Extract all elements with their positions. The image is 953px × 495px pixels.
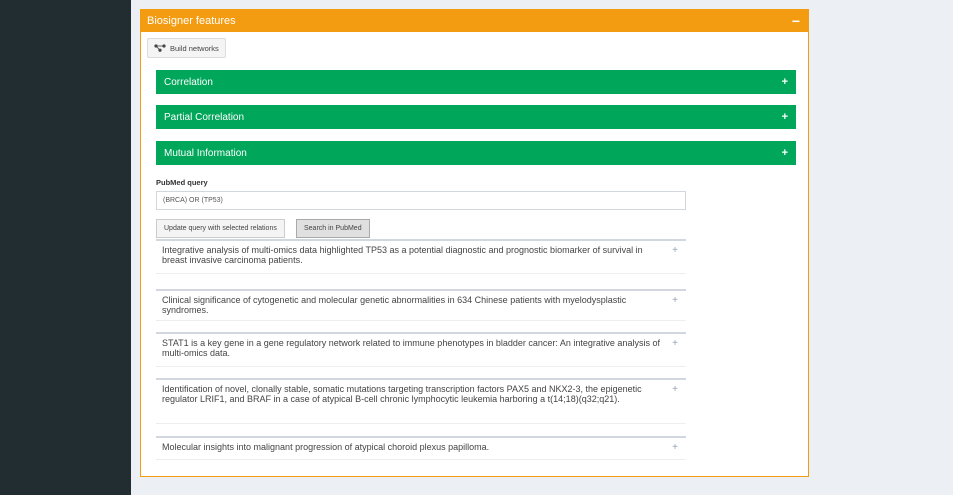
build-networks-button[interactable]: Build networks [147, 38, 226, 58]
build-networks-label: Build networks [170, 43, 219, 53]
result-item[interactable]: Molecular insights into malignant progre… [156, 436, 686, 460]
collapse-icon[interactable]: − [792, 13, 800, 29]
update-query-button[interactable]: Update query with selected relations [156, 219, 285, 238]
result-title: Identification of novel, clonally stable… [162, 384, 642, 404]
expand-icon[interactable]: + [672, 385, 678, 395]
panel-mutual-information[interactable]: Mutual Information + [156, 141, 796, 165]
panel-partial-correlation[interactable]: Partial Correlation + [156, 105, 796, 129]
expand-icon[interactable]: + [672, 443, 678, 453]
panel-correlation[interactable]: Correlation + [156, 70, 796, 94]
result-item[interactable]: Identification of novel, clonally stable… [156, 378, 686, 424]
expand-icon[interactable]: + [782, 76, 788, 88]
network-icon [154, 44, 166, 52]
result-title: STAT1 is a key gene in a gene regulatory… [162, 338, 660, 358]
search-pubmed-button[interactable]: Search in PubMed [296, 219, 370, 238]
panel-label: Mutual Information [164, 147, 247, 159]
expand-icon[interactable]: + [672, 296, 678, 306]
box-header: Biosigner features − [141, 9, 808, 32]
result-title: Molecular insights into malignant progre… [162, 442, 490, 452]
panel-label: Correlation [164, 76, 213, 88]
box-title: Biosigner features [147, 14, 236, 27]
expand-icon[interactable]: + [672, 339, 678, 349]
expand-icon[interactable]: + [782, 111, 788, 123]
expand-icon[interactable]: + [782, 147, 788, 159]
pubmed-query-input[interactable]: (BRCA) OR (TP53) [156, 191, 686, 210]
panel-label: Partial Correlation [164, 111, 245, 123]
sidebar [0, 0, 131, 495]
expand-icon[interactable]: + [672, 246, 678, 256]
biosigner-features-box: Biosigner features − Build networks Corr… [140, 9, 809, 477]
pubmed-query-label: PubMed query [156, 178, 208, 187]
result-item[interactable]: Integrative analysis of multi-omics data… [156, 239, 686, 274]
result-item[interactable]: Clinical significance of cytogenetic and… [156, 289, 686, 321]
result-item[interactable]: STAT1 is a key gene in a gene regulatory… [156, 332, 686, 367]
result-title: Integrative analysis of multi-omics data… [162, 245, 643, 265]
result-title: Clinical significance of cytogenetic and… [162, 295, 627, 315]
